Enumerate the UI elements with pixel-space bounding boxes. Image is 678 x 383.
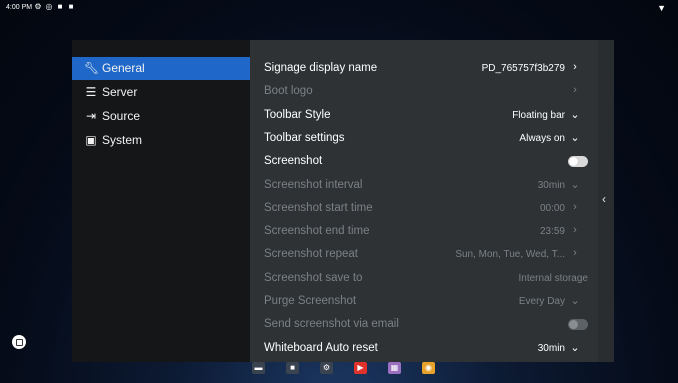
setting-whiteboard-auto-reset[interactable]: Whiteboard Auto reset 30min ⌄ [250, 337, 598, 360]
server-icon: ☰ [85, 85, 97, 99]
chevron-down-icon: ⌄ [570, 342, 580, 354]
nav-item-label: General [102, 61, 145, 75]
setting-value: Sun, Mon, Tue, Wed, T... [455, 249, 565, 260]
nav-item-label: Server [102, 85, 138, 99]
nav-item-label: System [102, 133, 143, 147]
nav-item-label: Source [102, 109, 141, 123]
setting-screenshot-end-time: Screenshot end time 23:59 › [250, 220, 598, 243]
setting-value: PD_765757f3b279 [481, 63, 565, 74]
chevron-left-icon: ‹ [602, 192, 606, 206]
status-time: 4:00 PM [6, 4, 33, 11]
nav-item-source[interactable]: ⇥ Source [72, 105, 250, 128]
setting-purge-screenshot: Purge Screenshot Every Day ⌄ [250, 290, 598, 313]
screenshot-toggle[interactable] [568, 156, 588, 167]
setting-toolbar-settings[interactable]: Toolbar settings Always on ⌄ [250, 127, 598, 150]
source-icon: ⇥ [85, 109, 97, 123]
setting-value: Floating bar [512, 110, 565, 121]
browser-app-icon[interactable]: ◉ [422, 362, 435, 374]
notification-status-icon: ■ [57, 2, 63, 11]
chevron-right-icon: › [573, 61, 577, 73]
setting-value: 30min [537, 343, 565, 354]
wrench-icon: 🔧︎ [84, 61, 100, 75]
settings-app-icon[interactable]: ⚙ [320, 362, 333, 374]
chevron-right-icon: › [573, 84, 577, 96]
chevron-right-icon: › [573, 201, 577, 213]
chevron-down-icon: ⌄ [570, 109, 580, 121]
nav-item-server[interactable]: ☰ Server [72, 81, 250, 104]
setting-label: Screenshot repeat [264, 248, 358, 260]
setting-value: Always on [519, 133, 565, 144]
setting-value: 30min [537, 180, 565, 191]
setting-value: 00:00 [539, 203, 565, 214]
location-status-icon: ◎ [45, 2, 53, 11]
setting-value: 23:59 [539, 226, 565, 237]
status-bar: 4:00 PM ⚙ ◎ ■ ■ ▼ [0, 0, 678, 18]
setting-label: Toolbar Style [264, 109, 331, 121]
setting-label: Whiteboard Auto reset [264, 342, 378, 354]
chevron-right-icon: › [573, 224, 577, 236]
apps-app-icon[interactable]: ▦ [388, 362, 401, 374]
setting-screenshot-repeat: Screenshot repeat Sun, Mon, Tue, Wed, T.… [250, 243, 598, 266]
setting-signage-display-name[interactable]: Signage display name PD_765757f3b279 › [250, 57, 598, 80]
setting-screenshot: Screenshot [250, 150, 598, 173]
play-app-icon[interactable]: ▶ [354, 362, 367, 374]
setting-label: Boot logo [264, 85, 313, 97]
message-app-icon[interactable]: ▬ [252, 362, 265, 374]
setting-label: Screenshot end time [264, 225, 370, 237]
setting-screenshot-interval: Screenshot interval 30min ⌄ [250, 174, 598, 197]
setting-screenshot-save-to: Screenshot save to Internal storage [250, 267, 598, 290]
wifi-icon: ▼ [657, 3, 666, 13]
setting-label: Purge Screenshot [264, 295, 357, 307]
screen-status-icon: ■ [68, 2, 74, 11]
setting-toolbar-style[interactable]: Toolbar Style Floating bar ⌄ [250, 104, 598, 127]
setting-label: Screenshot save to [264, 272, 363, 284]
setting-label: Screenshot [264, 155, 323, 167]
setting-screenshot-start-time: Screenshot start time 00:00 › [250, 197, 598, 220]
nav-item-system[interactable]: ▣ System [72, 129, 250, 152]
setting-label: Screenshot start time [264, 202, 373, 214]
chevron-right-icon: › [573, 247, 577, 259]
setting-label: Screenshot interval [264, 179, 363, 191]
setting-label: Toolbar settings [264, 132, 345, 144]
setting-value: Internal storage [518, 273, 589, 284]
setting-label: Signage display name [264, 62, 378, 74]
setting-send-screenshot-email: Send screenshot via email [250, 313, 598, 336]
chevron-down-icon: ⌄ [570, 132, 580, 144]
setting-boot-logo: Boot logo › [250, 80, 598, 103]
email-toggle [568, 319, 588, 330]
settings-status-icon: ⚙ [34, 2, 42, 11]
collapse-handle[interactable]: ‹ [598, 40, 614, 362]
folder-app-icon[interactable]: ■ [286, 362, 299, 374]
chevron-down-icon: ⌄ [570, 179, 580, 191]
nav-item-general[interactable]: 🔧︎ General [72, 57, 250, 80]
chevron-down-icon: ⌄ [570, 295, 580, 307]
setting-value: Every Day [518, 296, 565, 307]
setting-label: Send screenshot via email [264, 318, 399, 330]
system-icon: ▣ [85, 133, 97, 147]
floating-home-button[interactable] [12, 335, 26, 349]
